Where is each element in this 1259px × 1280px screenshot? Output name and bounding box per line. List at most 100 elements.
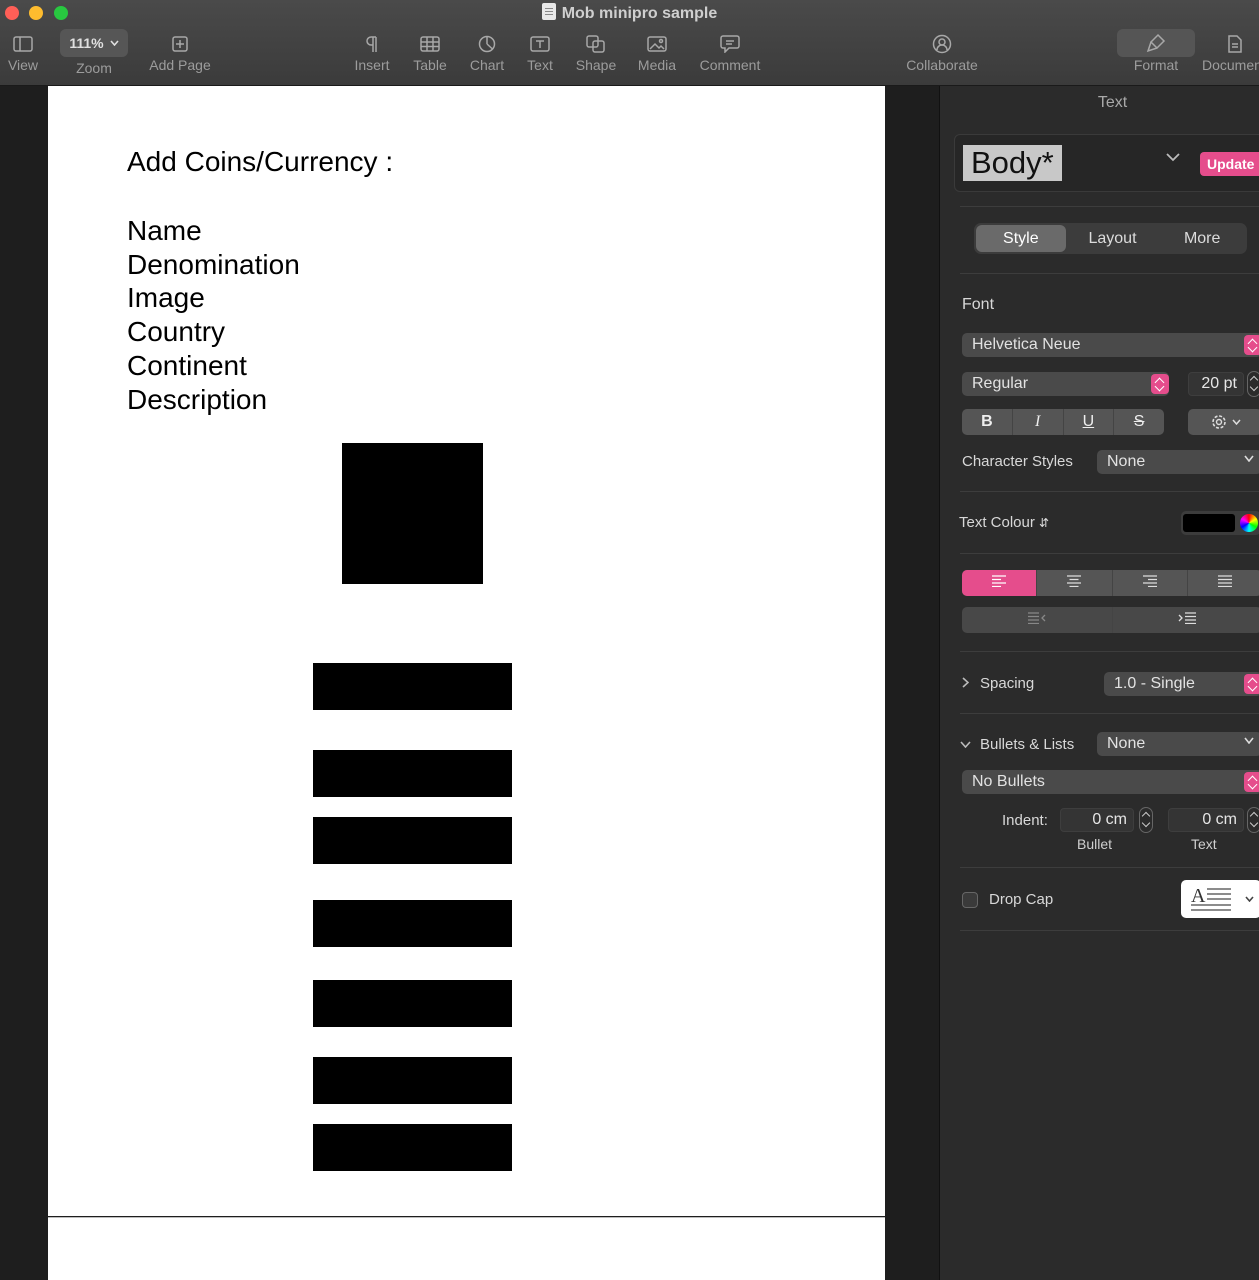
window-title-text: Mob minipro sample <box>561 5 718 22</box>
window-title: Mob minipro sample <box>0 3 1259 24</box>
align-center-button[interactable] <box>1037 570 1113 596</box>
underline-button[interactable]: U <box>1064 409 1115 435</box>
character-styles-popup[interactable]: None <box>1097 450 1259 474</box>
text-colour-well[interactable] <box>1181 511 1259 535</box>
align-left-button[interactable] <box>962 570 1038 596</box>
media-button[interactable]: Media <box>635 32 679 82</box>
field-item[interactable]: Country <box>127 315 300 349</box>
comment-label: Comment <box>699 57 761 73</box>
chevron-down-icon[interactable] <box>1166 153 1180 162</box>
collaborate-button[interactable]: Collaborate <box>900 32 984 82</box>
field-item[interactable]: Description <box>127 383 300 417</box>
redacted-block <box>313 1057 512 1104</box>
next-page[interactable] <box>48 1217 885 1280</box>
strikethrough-button[interactable]: S <box>1114 409 1164 435</box>
increase-indent-button[interactable] <box>1113 607 1259 633</box>
divider <box>960 553 1259 554</box>
typeface-value: Regular <box>972 375 1029 392</box>
character-styles-label: Character Styles <box>962 453 1073 470</box>
inspector-tabs: Style Layout More <box>974 223 1247 254</box>
chevron-down-icon[interactable] <box>960 741 971 748</box>
bullet-indent-field[interactable]: 0 cm <box>1060 808 1134 832</box>
colour-wheel-icon[interactable] <box>1240 514 1258 532</box>
typeface-popup[interactable]: Regular <box>962 372 1169 396</box>
document-page[interactable]: Add Coins/Currency : Name Denomination I… <box>48 86 885 1216</box>
chart-button[interactable]: Chart <box>467 32 507 82</box>
text-box-icon <box>530 36 550 52</box>
field-list[interactable]: Name Denomination Image Country Continen… <box>127 214 300 416</box>
divider <box>960 206 1259 207</box>
field-item[interactable]: Denomination <box>127 248 300 282</box>
indent-buttons <box>962 607 1259 633</box>
paragraph-style-name[interactable]: Body* <box>963 145 1062 181</box>
table-button[interactable]: Table <box>410 32 450 82</box>
pilcrow-icon <box>366 36 377 52</box>
shape-button[interactable]: Shape <box>573 32 619 82</box>
tab-layout[interactable]: Layout <box>1068 223 1158 254</box>
text-button[interactable]: Text <box>522 32 558 82</box>
bullet-type-value: No Bullets <box>972 773 1045 790</box>
format-inspector: Text Body* Update Style Layout More Font… <box>939 86 1259 1280</box>
increase-indent-icon <box>1178 612 1197 625</box>
format-button[interactable]: Format <box>1117 29 1195 82</box>
redacted-image <box>342 443 483 584</box>
field-item[interactable]: Image <box>127 281 300 315</box>
popup-stepper-icon <box>1244 772 1259 792</box>
advanced-options-button[interactable] <box>1188 409 1259 435</box>
inspector-title[interactable]: Text <box>940 94 1259 112</box>
update-style-button[interactable]: Update <box>1200 152 1259 176</box>
add-page-button[interactable]: Add Page <box>146 32 214 82</box>
divider <box>960 713 1259 714</box>
align-right-button[interactable] <box>1113 570 1188 596</box>
font-family-popup[interactable]: Helvetica Neue <box>962 333 1259 357</box>
font-family-value: Helvetica Neue <box>972 336 1081 353</box>
bold-button[interactable]: B <box>962 409 1013 435</box>
spacing-popup[interactable]: 1.0 - Single <box>1104 672 1259 696</box>
tab-style[interactable]: Style <box>976 225 1066 252</box>
divider <box>960 867 1259 868</box>
document-heading[interactable]: Add Coins/Currency : <box>127 146 393 178</box>
gear-icon <box>1211 415 1226 429</box>
zoom-popup[interactable]: 111% <box>60 29 128 57</box>
text-colour-label[interactable]: Text Colour ⇵ <box>959 514 1049 531</box>
svg-text:A: A <box>1191 885 1206 907</box>
table-label: Table <box>413 57 447 73</box>
justify-button[interactable] <box>1188 570 1259 596</box>
drop-cap-preview-icon: A <box>1191 885 1231 911</box>
font-size-stepper[interactable] <box>1247 371 1259 397</box>
zoom-control[interactable]: 111% Zoom <box>58 29 130 82</box>
shape-icon <box>586 35 605 53</box>
field-item[interactable]: Name <box>127 214 300 248</box>
field-item[interactable]: Continent <box>127 349 300 383</box>
bullets-lists-label[interactable]: Bullets & Lists <box>980 736 1074 753</box>
tab-more[interactable]: More <box>1157 223 1247 254</box>
redacted-block <box>313 1124 512 1171</box>
font-size-field[interactable]: 20 pt <box>1188 372 1244 396</box>
spacing-label[interactable]: Spacing <box>980 675 1034 692</box>
comment-button[interactable]: Comment <box>696 32 764 82</box>
bullet-indent-caption: Bullet <box>1077 836 1113 852</box>
drop-cap-style-picker[interactable]: A <box>1181 880 1259 918</box>
view-button[interactable]: View <box>4 32 42 82</box>
chevron-right-icon[interactable] <box>962 677 969 688</box>
decrease-indent-button[interactable] <box>962 607 1113 633</box>
redacted-block <box>313 817 512 864</box>
text-indent-stepper[interactable] <box>1247 807 1259 833</box>
insert-button[interactable]: Insert <box>350 32 394 82</box>
colour-swatch[interactable] <box>1183 514 1235 532</box>
bullets-lists-popup[interactable]: None <box>1097 732 1259 756</box>
document-canvas[interactable]: Add Coins/Currency : Name Denomination I… <box>0 86 940 1280</box>
document-label: Document <box>1202 57 1259 73</box>
drop-cap-label[interactable]: Drop Cap <box>989 891 1053 908</box>
drop-cap-checkbox[interactable] <box>962 892 978 908</box>
italic-button[interactable]: I <box>1013 409 1064 435</box>
insert-label: Insert <box>354 57 390 73</box>
window-toolbar: Mob minipro sample View 111% Zoom Add Pa… <box>0 0 1259 86</box>
add-page-icon <box>172 36 188 52</box>
align-right-icon <box>1142 575 1157 588</box>
text-indent-field[interactable]: 0 cm <box>1168 808 1244 832</box>
document-button[interactable]: Document <box>1200 32 1259 82</box>
paragraph-style-picker[interactable]: Body* Update <box>954 134 1259 192</box>
bullet-indent-stepper[interactable] <box>1139 807 1153 833</box>
bullet-type-popup[interactable]: No Bullets <box>962 770 1259 794</box>
